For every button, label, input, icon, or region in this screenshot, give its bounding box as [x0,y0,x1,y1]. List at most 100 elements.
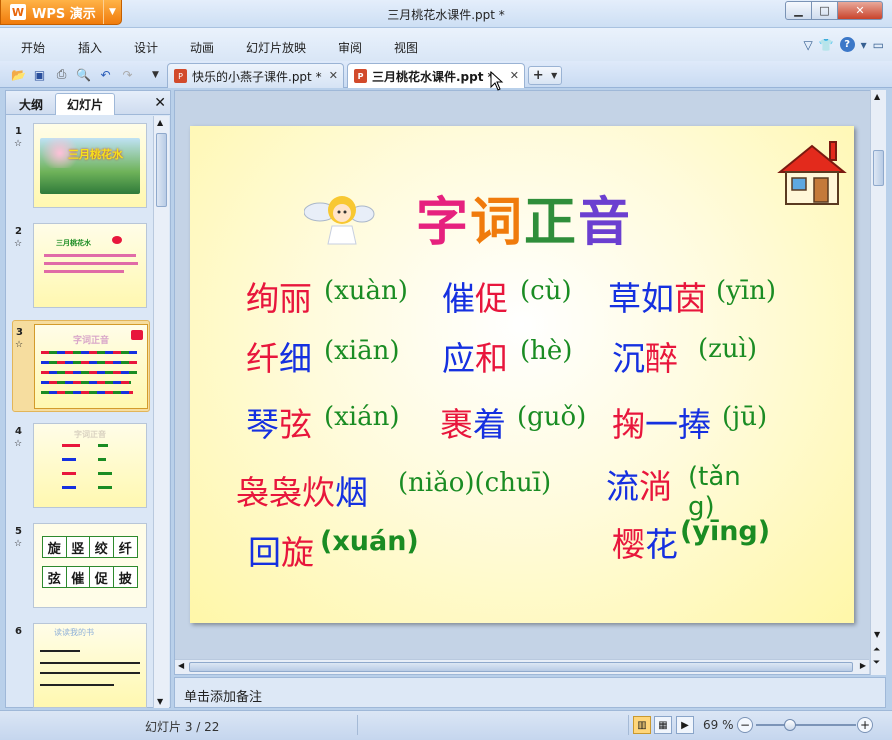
menu-animation[interactable]: 动画 [190,39,214,56]
wps-app-menu-button[interactable]: W WPS 演示 ▼ [0,0,122,25]
slide-thumbnail-2[interactable]: 2 ☆ 三月桃花水 [12,220,150,312]
slide-thumbnail-3[interactable]: 3 ☆ 字词正音 [12,320,150,412]
char-grid-row-2: 弦 催 促 披 [42,566,138,588]
close-icon[interactable]: ✕ [329,69,338,82]
tab-label: 三月桃花水课件.ppt * [372,69,494,84]
notes-placeholder: 单击添加备注 [184,690,263,705]
slideshow-view-button[interactable]: ▶ [676,716,694,734]
menu-start[interactable]: 开始 [21,39,45,56]
animation-star-icon: ☆ [14,539,23,549]
ppt-file-icon: P [174,69,187,83]
zoom-slider-handle[interactable] [784,719,796,731]
slide-thumbnail-5[interactable]: 5 ☆ 旋 竖 绞 纤 弦 催 促 披 [12,520,150,612]
open-folder-icon[interactable]: 📂 [10,66,27,83]
scroll-down-icon[interactable]: ▼ [157,697,163,706]
thumbnail-scrollbar[interactable]: ▲ ▼ [153,116,169,708]
word-guozhe: 裹着 [440,405,506,444]
zoom-level[interactable]: 69 % [703,718,734,732]
text-line [98,444,108,447]
undo-icon[interactable]: ↶ [97,66,114,83]
pinyin-yin: (yīn) [716,276,777,306]
menu-view[interactable]: 视图 [394,39,418,56]
plus-icon: + [532,68,544,83]
thumb-title: 三月桃花水 [68,148,123,161]
title-char: 正 [524,193,579,253]
thumb-title: 读读我的书 [54,628,94,637]
chevron-down-icon: ▼ [551,71,558,80]
new-tab-button[interactable]: + ▼ [528,66,562,85]
menu-insert[interactable]: 插入 [78,39,102,56]
menu-slideshow[interactable]: 幻灯片放映 [246,39,306,56]
tab-slides[interactable]: 幻灯片 [55,93,115,115]
home-icon[interactable] [776,140,848,208]
slide-thumbnail-4[interactable]: 4 ☆ 字词正音 [12,420,150,512]
pinyin-niao-chui: (niǎo)(chuī) [398,468,552,498]
tab-kuaile-xiaoyanzi[interactable]: P 快乐的小燕子课件.ppt * ✕ [167,63,344,88]
slide-thumbnail-6[interactable]: 6 读读我的书 [12,620,150,708]
normal-view-button[interactable]: ▥ [633,716,651,734]
thumb-title: 字词正音 [74,430,106,439]
chevron-down-icon[interactable]: ▾ [861,38,867,52]
grid-char: 催 [67,567,90,587]
pinyin-xian2: (xián) [324,402,400,432]
zoom-out-button[interactable]: − [737,717,753,733]
animation-star-icon: ☆ [14,439,23,449]
slide-thumbnail-1[interactable]: 1 ☆ 三月桃花水 [12,120,150,212]
current-slide[interactable]: 字词正音 绚丽 (xuàn) 催促 (cù) 草如茵 (yīn) 纤细 (xiā… [190,126,854,623]
word-yinghua: 樱花 [612,525,678,564]
ribbon-toggle-icon[interactable]: ▭ [873,38,884,52]
slide-preview: 三月桃花水 [33,223,147,308]
scrollbar-thumb[interactable] [873,150,884,186]
scroll-down-icon[interactable]: ▼ [874,630,880,639]
grid-char: 旋 [43,537,67,557]
pinyin-ju: (jū) [722,402,768,432]
close-window-button[interactable]: ✕ [837,1,883,20]
close-icon[interactable]: ✕ [154,95,166,111]
status-divider [357,715,358,735]
close-icon[interactable]: ✕ [510,69,519,82]
scroll-up-icon[interactable]: ▲ [874,92,880,101]
zoom-in-button[interactable]: + [857,717,873,733]
scroll-right-icon[interactable]: ▶ [860,661,866,670]
chevron-down-icon[interactable]: ▽ [803,38,812,52]
tab-outline[interactable]: 大纲 [9,93,53,115]
grid-char: 弦 [43,567,67,587]
save-icon[interactable]: ▣ [31,66,48,83]
maximize-button[interactable]: □ [811,1,838,20]
menu-review[interactable]: 审阅 [338,39,362,56]
mouse-cursor-icon [490,71,504,91]
redo-icon[interactable]: ↷ [119,66,136,83]
scrollbar-thumb[interactable] [156,133,167,207]
text-line [41,391,133,394]
notes-pane[interactable]: 单击添加备注 [174,677,886,708]
scroll-up-icon[interactable]: ▲ [157,118,163,127]
chevron-down-icon[interactable]: ▼ [147,66,164,83]
word-cucu: 催促 [442,279,508,318]
title-char: 音 [578,193,633,253]
print-preview-icon[interactable]: 🔍 [75,66,92,83]
title-char: 字 [416,193,471,253]
slide-number: 2 [15,226,22,237]
help-icon[interactable]: ? [839,37,855,52]
next-slide-icon[interactable]: ⏷ [873,658,880,668]
menu-bar: 开始 插入 设计 动画 幻灯片放映 审阅 视图 ▽ 👕 ? ▾ ▭ [0,28,892,61]
vertical-scrollbar[interactable]: ▲ ▼ ⏶ ⏷ [870,90,886,675]
scroll-left-icon[interactable]: ◀ [178,661,184,670]
minimize-button[interactable]: ▁ [785,1,812,20]
horizontal-scrollbar[interactable]: ◀ ▶ [175,659,869,674]
chevron-down-icon[interactable]: ▼ [103,0,121,24]
slides-panel: 大纲 幻灯片 ✕ 1 ☆ 三月桃花水 2 ☆ 三月桃花水 3 ☆ 字词正音 4 … [5,90,171,708]
slide-sorter-view-button[interactable]: ▦ [654,716,672,734]
pinyin-xuan: (xuàn) [324,276,408,306]
word-caoruyin: 草如茵 [608,279,707,318]
text-line [44,262,138,265]
previous-slide-icon[interactable]: ⏶ [873,645,880,655]
slide-number: 3 [16,327,23,338]
zoom-slider-track[interactable] [756,724,856,726]
print-icon[interactable]: ⎙ [53,66,70,83]
menu-right-tools: ▽ 👕 ? ▾ ▭ [803,37,884,52]
shirt-skin-icon[interactable]: 👕 [819,38,834,52]
scrollbar-thumb[interactable] [189,662,853,672]
animation-star-icon: ☆ [14,239,23,249]
menu-design[interactable]: 设计 [134,39,158,56]
